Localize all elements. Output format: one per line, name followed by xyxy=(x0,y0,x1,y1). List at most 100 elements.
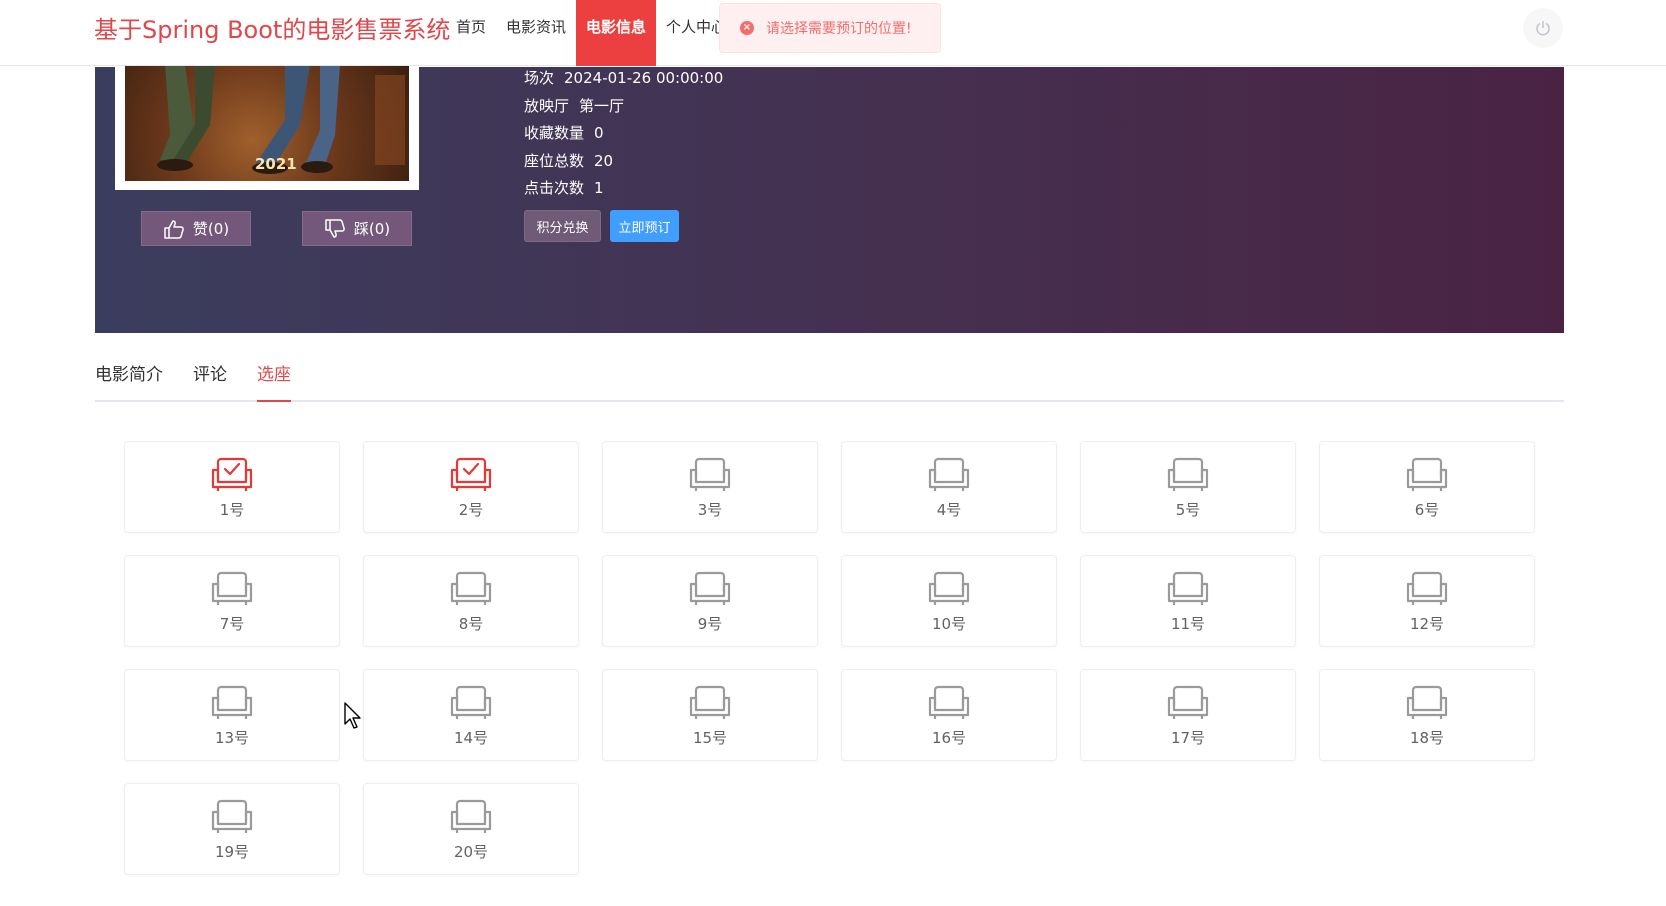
seat-card[interactable]: 8号 xyxy=(363,555,579,647)
info-value: 2024-01-26 00:00:00 xyxy=(564,69,724,87)
nav-personal-center[interactable]: 个人中心 xyxy=(656,0,720,66)
nav-movie-info[interactable]: 电影信息 xyxy=(576,0,657,66)
tab-seat-selection[interactable]: 选座 xyxy=(257,360,291,402)
seat-label: 15号 xyxy=(692,729,728,747)
nav-home[interactable]: 首页 xyxy=(446,0,496,66)
seat-label: 10号 xyxy=(931,615,967,633)
like-label: 赞(0) xyxy=(192,220,230,238)
seat-card[interactable]: 20号 xyxy=(363,783,579,875)
movie-actions: 积分兑换 立即预订 xyxy=(524,210,679,242)
seat-card[interactable]: 11号 xyxy=(1080,555,1296,647)
tab-movie-intro[interactable]: 电影简介 xyxy=(95,360,163,402)
seat-card[interactable]: 15号 xyxy=(602,669,818,761)
info-clicks: 点击次数 1 xyxy=(524,177,723,205)
dislike-button[interactable]: 踩(0) xyxy=(302,211,412,246)
seat-label: 11号 xyxy=(1170,615,1206,633)
seat-icon xyxy=(689,571,731,611)
info-value: 0 xyxy=(594,124,604,142)
tab-comments[interactable]: 评论 xyxy=(193,360,227,402)
book-now-button[interactable]: 立即预订 xyxy=(610,210,679,242)
seat-card[interactable]: 14号 xyxy=(363,669,579,761)
nav-movie-news[interactable]: 电影资讯 xyxy=(496,0,576,66)
seat-label: 17号 xyxy=(1170,729,1206,747)
seat-icon xyxy=(450,571,492,611)
info-key: 座位总数 xyxy=(524,151,585,170)
main-nav: 首页 电影资讯 电影信息 个人中心 xyxy=(446,0,720,66)
seat-card[interactable]: 19号 xyxy=(124,783,340,875)
seat-grid: 1号 2号 3号 4号 5号 6号 7号 8号 9号 10号 11号 12号 13号 14号 15号 16号 1… xyxy=(124,441,1536,875)
seat-icon xyxy=(689,457,731,497)
seat-label: 14号 xyxy=(453,729,489,747)
detail-tabs: 电影简介 评论 选座 xyxy=(95,360,1564,402)
poster-year-text: 2021 xyxy=(255,155,297,173)
info-favorites: 收藏数量 0 xyxy=(524,122,723,150)
seat-label: 18号 xyxy=(1409,729,1445,747)
mouse-cursor-icon xyxy=(344,702,361,729)
seat-card[interactable]: 4号 xyxy=(841,441,1057,533)
seat-icon xyxy=(1406,571,1448,611)
site-logo[interactable]: 基于Spring Boot的电影售票系统 xyxy=(94,10,450,45)
seat-card[interactable]: 13号 xyxy=(124,669,340,761)
seat-card[interactable]: 9号 xyxy=(602,555,818,647)
seat-icon xyxy=(1406,457,1448,497)
seat-icon xyxy=(1167,685,1209,725)
seat-card[interactable]: 17号 xyxy=(1080,669,1296,761)
seat-card[interactable]: 5号 xyxy=(1080,441,1296,533)
poster-image: 2021 xyxy=(125,65,409,181)
seat-label: 9号 xyxy=(697,615,723,633)
seat-label: 16号 xyxy=(931,729,967,747)
like-button[interactable]: 赞(0) xyxy=(141,211,251,246)
seat-label: 13号 xyxy=(214,729,250,747)
info-key: 放映厅 xyxy=(524,96,570,115)
seat-label: 4号 xyxy=(936,501,962,519)
info-key: 点击次数 xyxy=(524,179,585,197)
seat-label: 12号 xyxy=(1409,615,1445,633)
info-hall: 放映厅 第一厅 xyxy=(524,95,723,123)
movie-poster: 2021 xyxy=(115,65,419,190)
error-message-toast: × 请选择需要预订的位置! xyxy=(719,3,941,53)
thumbs-down-icon xyxy=(325,218,345,238)
seat-card[interactable]: 16号 xyxy=(841,669,1057,761)
seat-label: 3号 xyxy=(697,501,723,519)
seat-card[interactable]: 18号 xyxy=(1319,669,1535,761)
seat-selected-icon xyxy=(211,457,253,497)
seat-icon xyxy=(211,571,253,611)
seat-card[interactable]: 2号 xyxy=(363,441,579,533)
seat-selected-icon xyxy=(450,457,492,497)
info-value: 第一厅 xyxy=(579,96,625,115)
info-showtime: 场次 2024-01-26 00:00:00 xyxy=(524,67,723,95)
seat-card[interactable]: 6号 xyxy=(1319,441,1535,533)
seat-icon xyxy=(689,685,731,725)
seat-label: 5号 xyxy=(1175,501,1201,519)
seat-label: 19号 xyxy=(214,843,250,861)
movie-detail-banner: 2021 赞(0) 踩(0) 场次 2024-01-26 00:00:00 放映厅… xyxy=(95,65,1564,333)
movie-info-list: 场次 2024-01-26 00:00:00 放映厅 第一厅 收藏数量 0 座位总数 2… xyxy=(524,67,723,205)
logout-button[interactable] xyxy=(1523,8,1563,48)
seat-card[interactable]: 7号 xyxy=(124,555,340,647)
seat-card[interactable]: 10号 xyxy=(841,555,1057,647)
seat-icon xyxy=(1167,457,1209,497)
seat-label: 7号 xyxy=(219,615,245,633)
seat-icon xyxy=(211,685,253,725)
seat-label: 8号 xyxy=(458,615,484,633)
seat-icon xyxy=(1406,685,1448,725)
seat-label: 2号 xyxy=(458,501,484,519)
seat-label: 1号 xyxy=(219,501,245,519)
toast-message: 请选择需要预订的位置! xyxy=(766,21,912,37)
info-value: 20 xyxy=(594,151,614,170)
seat-icon xyxy=(450,685,492,725)
seat-icon xyxy=(928,457,970,497)
points-exchange-button[interactable]: 积分兑换 xyxy=(524,210,601,242)
info-key: 场次 xyxy=(524,69,555,87)
seat-label: 20号 xyxy=(453,843,489,861)
power-icon xyxy=(1536,21,1550,36)
seat-card[interactable]: 12号 xyxy=(1319,555,1535,647)
close-circle-icon: × xyxy=(740,21,754,35)
seat-card[interactable]: 3号 xyxy=(602,441,818,533)
info-key: 收藏数量 xyxy=(524,124,585,142)
seat-icon xyxy=(211,799,253,839)
seat-card[interactable]: 1号 xyxy=(124,441,340,533)
dislike-label: 踩(0) xyxy=(353,220,391,238)
seat-icon xyxy=(450,799,492,839)
seat-icon xyxy=(928,685,970,725)
